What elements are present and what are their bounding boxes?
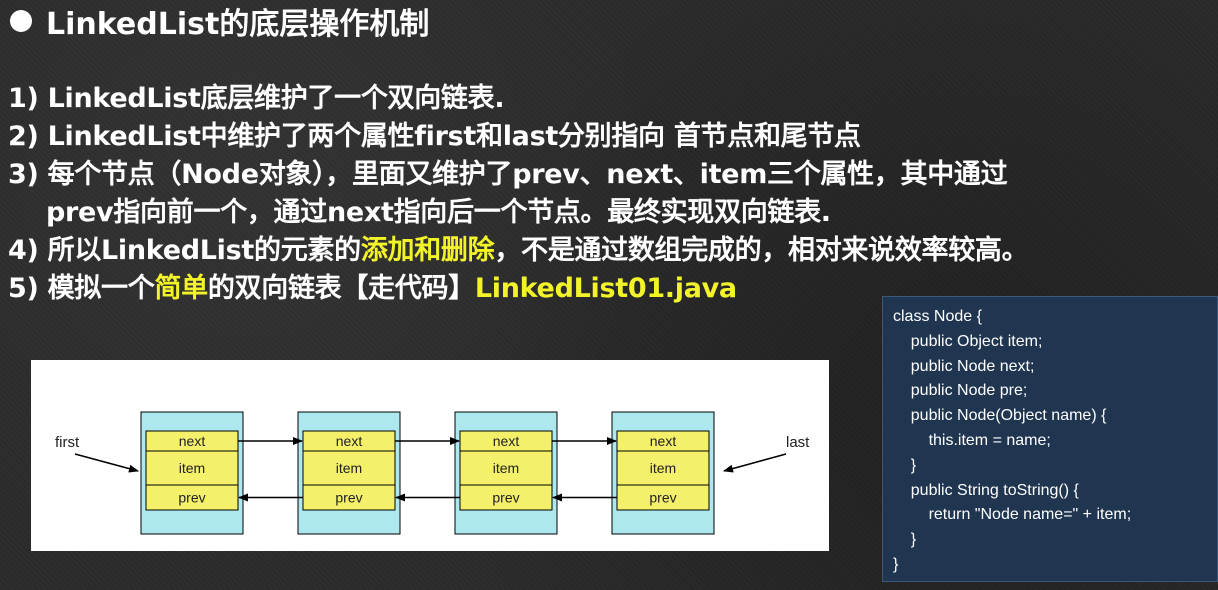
node-label-item: item bbox=[336, 460, 362, 476]
node-label-next: next bbox=[179, 433, 206, 449]
bullet-dot bbox=[10, 10, 32, 32]
points-list: 1) LinkedList底层维护了一个双向链表. 2) LinkedList中… bbox=[8, 80, 1213, 308]
node-label-prev: prev bbox=[335, 490, 362, 506]
point-4-pre: 4) 所以LinkedList的元素的 bbox=[8, 235, 361, 266]
slide-title: LinkedList的底层操作机制 bbox=[46, 7, 430, 42]
code-line: } bbox=[893, 555, 899, 573]
point-3-line-2: prev指向前一个，通过next指向后一个节点。最终实现双向链表. bbox=[46, 197, 831, 228]
code-line: class Node { bbox=[893, 308, 982, 325]
node-4: next item prev bbox=[611, 411, 715, 535]
code-line: } bbox=[893, 531, 917, 549]
code-line: public Object item; bbox=[893, 332, 1043, 350]
code-line: public Node pre; bbox=[893, 382, 1028, 400]
point-5-mid: 的双向链表【走代码】 bbox=[207, 273, 475, 304]
code-line: return "Node name=" + item; bbox=[893, 506, 1132, 524]
last-arrow bbox=[723, 453, 787, 473]
point-4: 4) 所以LinkedList的元素的添加和删除，不是通过数组完成的，相对来说效… bbox=[8, 232, 1213, 270]
code-line: public Node next; bbox=[893, 357, 1035, 375]
node-2: next item prev bbox=[297, 411, 401, 535]
node-label-next: next bbox=[493, 433, 520, 449]
last-label: last bbox=[786, 434, 810, 451]
node-3: next item prev bbox=[454, 411, 558, 535]
code-line: this.item = name; bbox=[893, 431, 1051, 449]
node-label-item: item bbox=[493, 460, 519, 476]
point-5-file: LinkedList01.java bbox=[474, 273, 737, 304]
code-panel: class Node { public Object item; public … bbox=[882, 296, 1218, 582]
node-1: next item prev bbox=[140, 411, 244, 535]
first-label: first bbox=[55, 434, 80, 451]
point-4-highlight: 添加和删除 bbox=[360, 235, 495, 266]
code-line: } bbox=[893, 456, 917, 474]
node-label-prev: prev bbox=[649, 490, 676, 506]
node-label-item: item bbox=[650, 460, 676, 476]
node-label-next: next bbox=[650, 433, 677, 449]
diagram-svg: first last next item prev next item prev next i… bbox=[55, 411, 810, 535]
node-label-item: item bbox=[179, 460, 205, 476]
point-2: 2) LinkedList中维护了两个属性first和last分别指向 首节点和… bbox=[8, 121, 861, 152]
point-5-pre: 5) 模拟一个 bbox=[8, 273, 155, 304]
point-5-highlight: 简单 bbox=[154, 273, 208, 304]
node-label-prev: prev bbox=[178, 490, 205, 506]
linked-list-diagram: first last next item prev next item prev next i… bbox=[31, 360, 829, 551]
node-label-prev: prev bbox=[492, 490, 519, 506]
node-label-next: next bbox=[336, 433, 363, 449]
first-arrow bbox=[74, 453, 139, 473]
point-3-line-1: 3) 每个节点（Node对象），里面又维护了prev、next、item三个属性… bbox=[8, 159, 1008, 190]
point-1: 1) LinkedList底层维护了一个双向链表. bbox=[8, 83, 505, 114]
title-row: LinkedList的底层操作机制 bbox=[10, 0, 429, 42]
point-4-post: ，不是通过数组完成的，相对来说效率较高。 bbox=[494, 235, 1029, 266]
code-line: public String toString() { bbox=[893, 481, 1079, 499]
code-line: public Node(Object name) { bbox=[893, 407, 1107, 425]
